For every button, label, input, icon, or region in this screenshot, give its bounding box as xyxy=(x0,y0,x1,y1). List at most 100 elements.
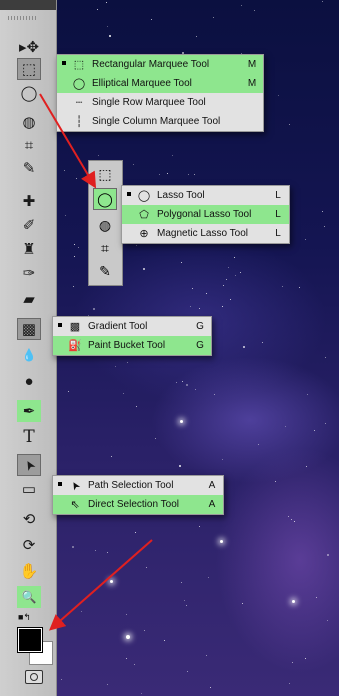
menu-item-label: Single Column Marquee Tool xyxy=(92,116,221,127)
single-column-icon: ┆ xyxy=(75,116,83,128)
mini-eyedropper-tool-button[interactable]: ✎ xyxy=(93,260,117,282)
mini-marquee-tool-button[interactable]: ⬚ xyxy=(93,163,117,185)
star xyxy=(281,285,283,287)
swap-colors-icon[interactable]: ■↰ xyxy=(18,612,31,623)
rectangular-marquee-icon: ⬚ xyxy=(98,165,112,182)
menu-item-magnetic-lasso[interactable]: ⊕ Magnetic Lasso Tool L xyxy=(122,224,289,243)
star xyxy=(242,346,245,349)
single-row-icon: ┄ xyxy=(75,97,83,109)
mini-lasso-tool-button[interactable]: ◯ xyxy=(93,188,117,210)
shortcut-key: L xyxy=(275,190,281,201)
gradient-tool-flyout: ▩ Gradient Tool G ⛽ Paint Bucket Tool G xyxy=(52,316,212,356)
path-selection-tool-button[interactable]: ➤ xyxy=(17,454,41,476)
star xyxy=(321,210,323,212)
lasso-icon: ◯ xyxy=(20,84,38,102)
menu-item-label: Lasso Tool xyxy=(157,190,205,201)
shortcut-key: M xyxy=(247,59,257,70)
star xyxy=(222,285,224,287)
quick-selection-icon: ◍ xyxy=(22,113,36,131)
spot-healing-tool-button[interactable]: ✚ xyxy=(17,190,41,212)
bright-star xyxy=(220,540,223,543)
clone-stamp-icon: ♜ xyxy=(22,240,36,258)
menu-item-single-column-marquee[interactable]: ┆ Single Column Marquee Tool xyxy=(57,112,263,131)
star xyxy=(106,25,108,27)
star xyxy=(324,357,326,359)
eyedropper-tool-button[interactable]: ✎ xyxy=(17,157,41,179)
eraser-icon: ▰ xyxy=(23,290,35,308)
active-bullet-icon xyxy=(58,323,62,327)
3d-rotate-tool-button[interactable]: ⟲ xyxy=(17,508,41,530)
menu-item-gradient[interactable]: ▩ Gradient Tool G xyxy=(53,317,211,336)
mini-crop-tool-button[interactable]: ⌗ xyxy=(93,237,117,259)
star xyxy=(193,173,195,175)
eraser-tool-button[interactable]: ▰ xyxy=(17,288,41,310)
menu-item-elliptical-marquee[interactable]: ◯ Elliptical Marquee Tool M xyxy=(57,74,263,93)
shortcut-key: L xyxy=(275,209,281,220)
rectangular-marquee-icon: ⬚ xyxy=(21,60,37,78)
star xyxy=(323,225,325,227)
quick-selection-tool-button[interactable]: ◍ xyxy=(17,111,41,133)
clone-stamp-tool-button[interactable]: ♜ xyxy=(17,238,41,260)
move-tool-button[interactable]: ▸✥ xyxy=(17,36,41,58)
star xyxy=(185,384,188,387)
menu-item-path-selection[interactable]: ➤ Path Selection Tool A xyxy=(53,476,223,495)
eyedropper-icon: ✎ xyxy=(22,159,36,177)
panel-title-bar[interactable] xyxy=(0,0,56,10)
shape-tool-button[interactable]: ▭ xyxy=(17,478,41,500)
star xyxy=(304,657,306,659)
crop-icon: ⌗ xyxy=(101,239,109,256)
3d-orbit-tool-button[interactable]: ⟳ xyxy=(17,534,41,556)
crop-tool-button[interactable]: ⌗ xyxy=(17,134,41,156)
star xyxy=(181,581,183,583)
menu-item-single-row-marquee[interactable]: ┄ Single Row Marquee Tool xyxy=(57,93,263,112)
star xyxy=(171,154,173,156)
brush-tool-button[interactable]: ✐ xyxy=(17,214,41,236)
direct-selection-icon: ⇖ xyxy=(70,499,80,511)
panel-grip[interactable] xyxy=(8,16,38,20)
menu-item-direct-selection[interactable]: ⇖ Direct Selection Tool A xyxy=(53,495,223,514)
menu-item-label: Paint Bucket Tool xyxy=(88,340,166,351)
bright-star xyxy=(292,600,295,603)
active-bullet-icon xyxy=(127,192,131,196)
foreground-color-swatch[interactable] xyxy=(17,627,43,653)
hand-tool-button[interactable]: ✋ xyxy=(17,560,41,582)
rect-marquee-icon: ⬚ xyxy=(73,59,85,71)
bright-star xyxy=(110,580,113,583)
crop-icon: ⌗ xyxy=(24,136,34,154)
zoom-tool-button[interactable]: 🔍 xyxy=(17,586,41,608)
3d-orbit-icon: ⟳ xyxy=(22,536,36,554)
pen-icon: ✒ xyxy=(22,402,36,420)
dodge-icon: ● xyxy=(24,372,34,390)
magnetic-lasso-icon: ⊕ xyxy=(139,228,149,240)
shortcut-key: G xyxy=(196,321,204,332)
shortcut-key: G xyxy=(196,340,204,351)
star xyxy=(175,381,177,383)
lasso-icon: ◯ xyxy=(137,190,151,202)
type-tool-button[interactable]: T xyxy=(17,426,41,448)
tools-panel: ▸✥ ⬚ ◯ ◍ ⌗ ✎ ✚ ✐ ♜ ✑ ▰ ▩ 💧 ● ✒ T ➤ ▭ ⟲ ⟳… xyxy=(0,0,57,696)
hand-icon: ✋ xyxy=(19,562,39,580)
pen-tool-button[interactable]: ✒ xyxy=(17,400,41,422)
menu-item-label: Magnetic Lasso Tool xyxy=(157,228,248,239)
menu-item-label: Rectangular Marquee Tool xyxy=(92,59,210,70)
history-brush-tool-button[interactable]: ✑ xyxy=(17,262,41,284)
star xyxy=(313,429,315,431)
menu-item-rectangular-marquee[interactable]: ⬚ Rectangular Marquee Tool M xyxy=(57,55,263,74)
blur-tool-button[interactable]: 💧 xyxy=(17,344,41,366)
move-icon: ▸✥ xyxy=(18,38,40,56)
star xyxy=(213,16,215,18)
marquee-tool-button[interactable]: ⬚ xyxy=(17,58,41,80)
star xyxy=(96,8,98,10)
menu-item-lasso[interactable]: ◯ Lasso Tool L xyxy=(122,186,289,205)
path-selection-icon: ➤ xyxy=(19,456,39,474)
quick-mask-button[interactable] xyxy=(25,670,43,684)
bright-star xyxy=(180,420,183,423)
zoom-icon: 🔍 xyxy=(21,590,37,604)
menu-item-polygonal-lasso[interactable]: ⬠ Polygonal Lasso Tool L xyxy=(122,205,289,224)
lasso-tool-button[interactable]: ◯ xyxy=(17,82,41,104)
gradient-tool-button[interactable]: ▩ xyxy=(17,318,41,340)
menu-item-paint-bucket[interactable]: ⛽ Paint Bucket Tool G xyxy=(53,336,211,355)
mini-quick-selection-tool-button[interactable]: ◍ xyxy=(93,214,117,236)
star xyxy=(240,271,242,273)
dodge-tool-button[interactable]: ● xyxy=(17,370,41,392)
